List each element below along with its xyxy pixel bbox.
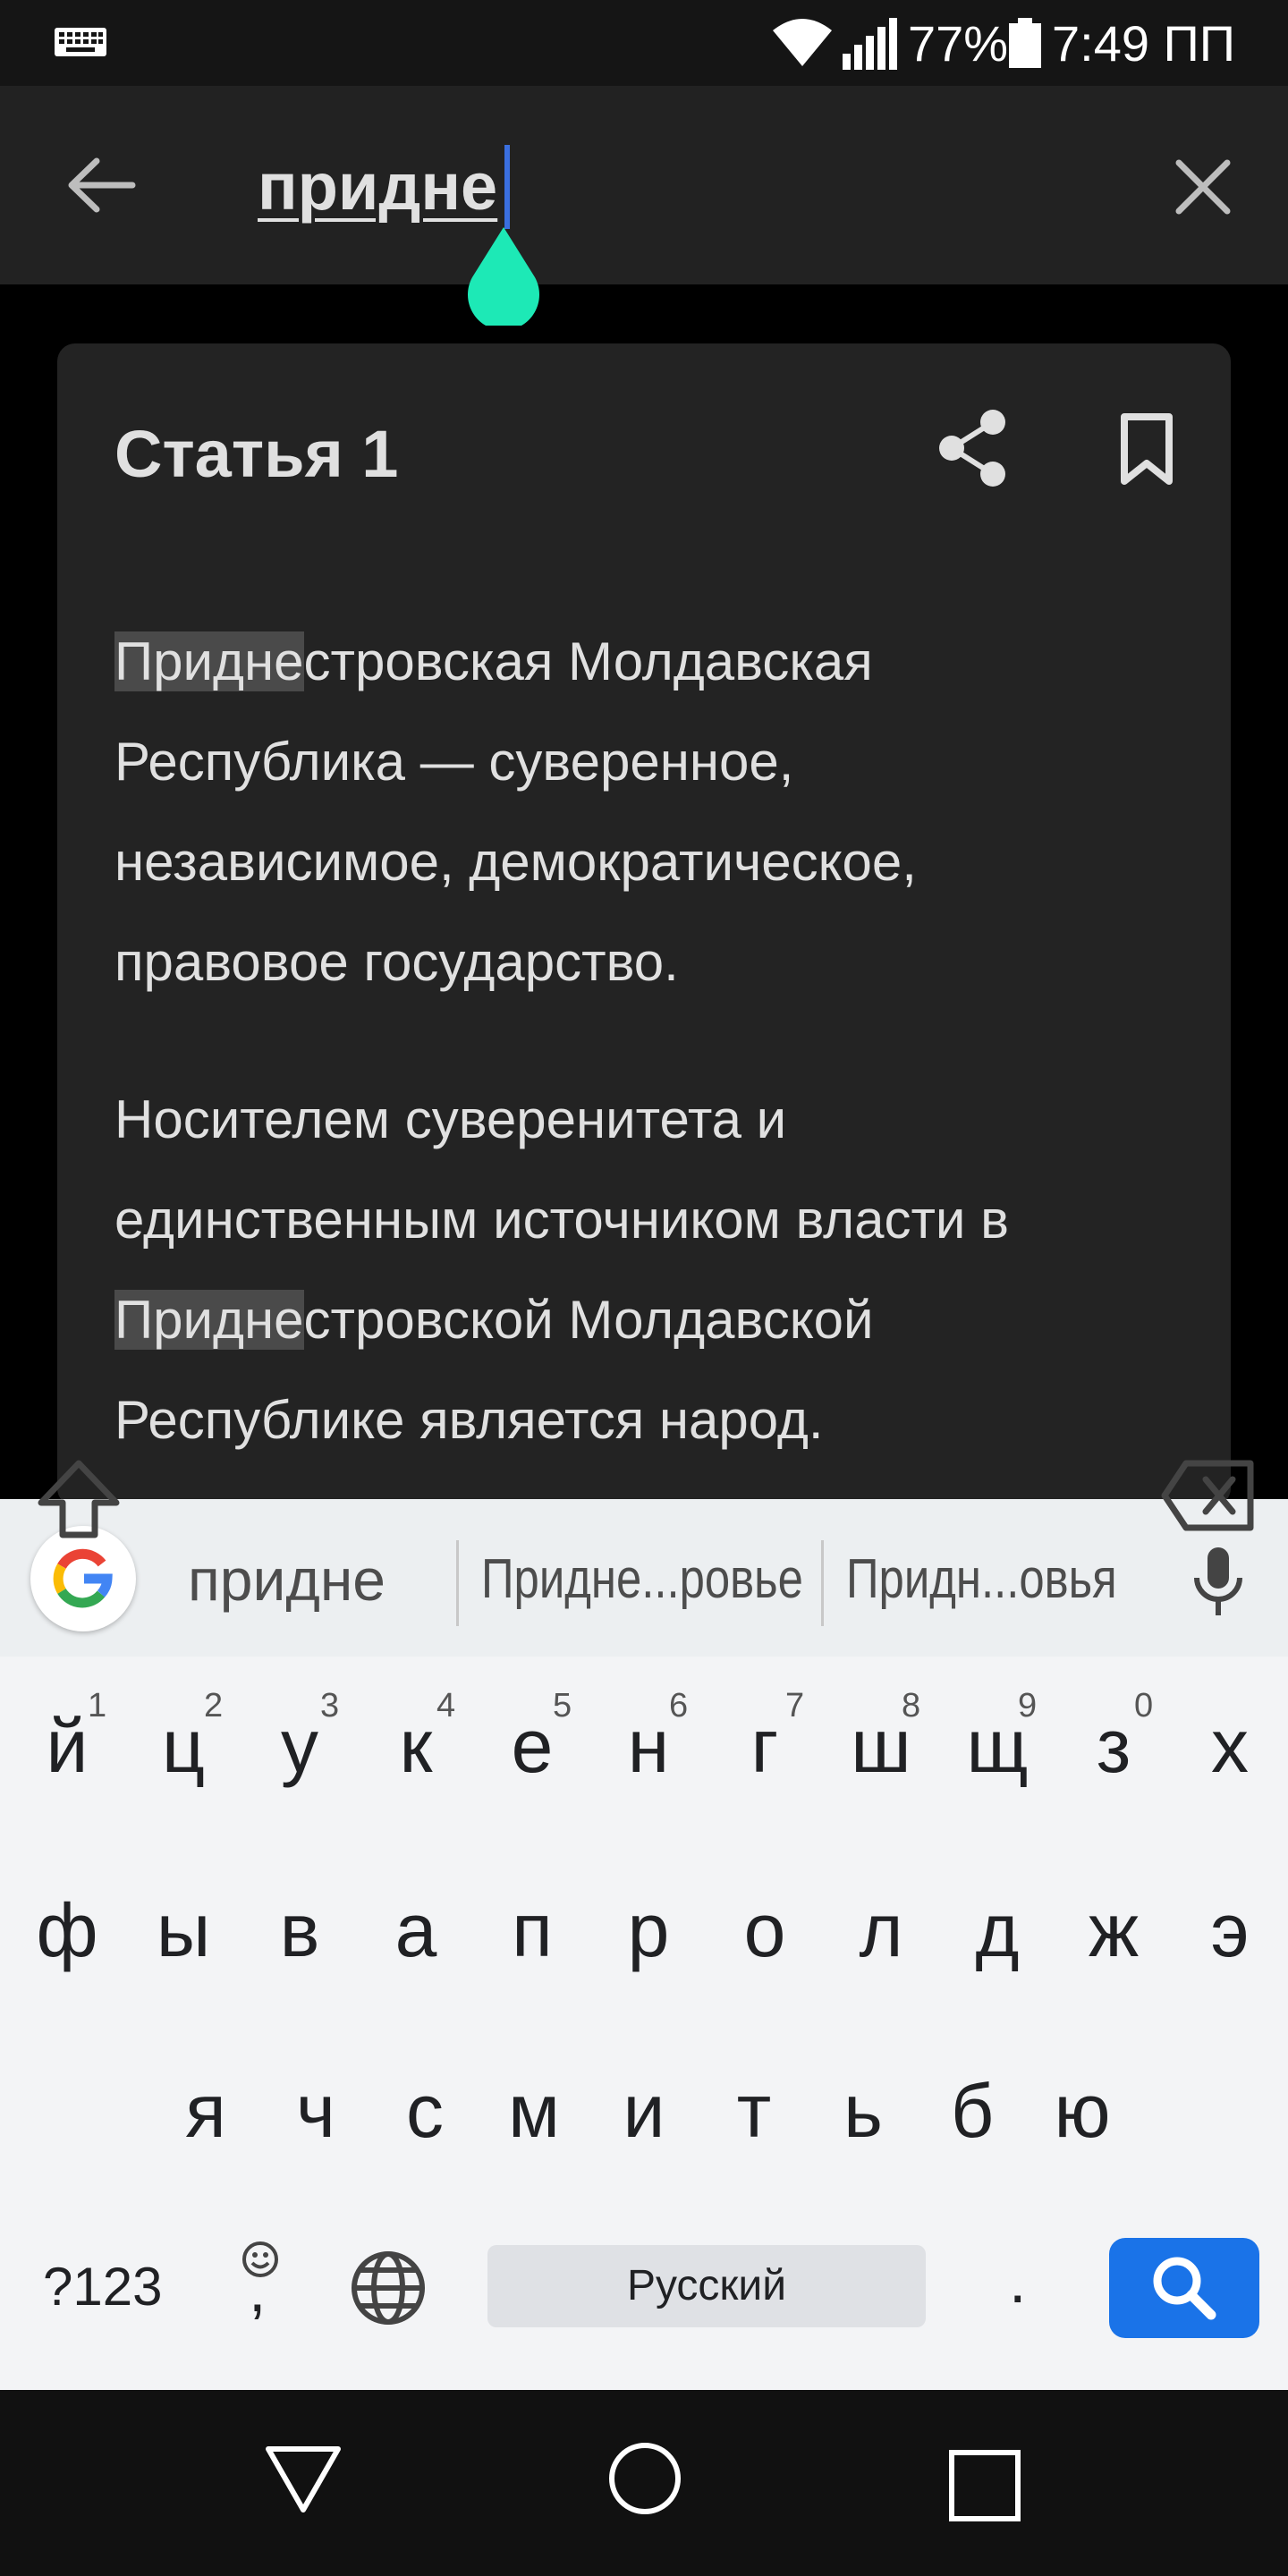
search-highlight: Придне xyxy=(114,1290,304,1350)
key-ш[interactable]: ш xyxy=(823,1692,939,1800)
key-hint: 2 xyxy=(204,1687,224,1724)
key-у[interactable]: у xyxy=(242,1692,358,1800)
key-р[interactable]: р xyxy=(590,1877,707,1984)
suggestion-divider xyxy=(456,1540,459,1626)
key-л[interactable]: л xyxy=(823,1877,939,1984)
key-й[interactable]: й xyxy=(9,1692,125,1800)
key-ц[interactable]: ц xyxy=(125,1692,242,1800)
nav-back-icon[interactable] xyxy=(263,2444,343,2515)
period-key[interactable]: . xyxy=(1009,2236,1026,2326)
key-з[interactable]: з xyxy=(1055,1692,1172,1800)
article-card: Статья 1 Приднестровская Молдавская Респ… xyxy=(57,343,1231,1506)
back-arrow-icon[interactable] xyxy=(64,154,136,216)
key-с[interactable]: с xyxy=(367,2057,483,2165)
key-я[interactable]: я xyxy=(148,2057,264,2165)
suggestion-divider xyxy=(821,1540,824,1626)
suggestion-strip: придне Придне...ровье Придн...овья xyxy=(0,1499,1288,1657)
paragraph-line: независимое, демократическое, xyxy=(114,832,917,892)
shift-icon[interactable] xyxy=(34,1456,123,1546)
key-к[interactable]: к xyxy=(358,1692,474,1800)
paragraph-line: Республика — суверенное, xyxy=(114,732,794,792)
key-hint: 7 xyxy=(785,1687,805,1724)
share-icon[interactable] xyxy=(936,408,1011,488)
emoji-comma-key[interactable]: , xyxy=(229,2234,292,2342)
key-э[interactable]: э xyxy=(1172,1877,1288,1984)
paragraph-line: правовое государство. xyxy=(114,932,679,992)
space-key[interactable]: Русский xyxy=(487,2245,926,2327)
article-paragraph: Носителем суверенитета и единственным ис… xyxy=(114,1070,1206,1470)
clock: 7:49 ПП xyxy=(1052,15,1236,72)
close-icon[interactable] xyxy=(1172,156,1234,218)
wifi-icon xyxy=(773,19,832,66)
key-ж[interactable]: ж xyxy=(1055,1877,1172,1984)
comma-label: , xyxy=(249,2255,267,2325)
globe-icon[interactable] xyxy=(349,2249,428,2327)
key-п[interactable]: п xyxy=(474,1877,590,1984)
key-hint: 9 xyxy=(1018,1687,1038,1724)
paragraph-line: единственным источником власти в xyxy=(114,1190,1009,1250)
paragraph-line: Приднестровская Молдавская xyxy=(114,631,873,691)
key-hint: 3 xyxy=(320,1687,340,1724)
key-в[interactable]: в xyxy=(242,1877,358,1984)
nav-home-icon[interactable] xyxy=(606,2440,683,2517)
search-key[interactable] xyxy=(1109,2238,1259,2338)
symbols-key[interactable]: ?123 xyxy=(43,2247,162,2327)
bookmark-icon[interactable] xyxy=(1115,411,1178,487)
key-hint: 6 xyxy=(669,1687,689,1724)
key-и[interactable]: и xyxy=(586,2057,702,2165)
battery-icon xyxy=(1009,18,1041,68)
key-ч[interactable]: ч xyxy=(258,2057,374,2165)
key-д[interactable]: д xyxy=(939,1877,1055,1984)
key-е[interactable]: е xyxy=(474,1692,590,1800)
key-ь[interactable]: ь xyxy=(805,2057,921,2165)
key-hint: 4 xyxy=(436,1687,456,1724)
backspace-icon[interactable] xyxy=(1161,1458,1256,1533)
battery-percentage: 77% xyxy=(908,15,1009,72)
key-н[interactable]: н xyxy=(590,1692,707,1800)
article-paragraph: Приднестровская Молдавская Республика — … xyxy=(114,612,1206,1013)
key-ф[interactable]: ф xyxy=(9,1877,125,1984)
suggestion-1[interactable]: придне xyxy=(188,1535,386,1624)
text-cursor xyxy=(504,145,510,229)
search-icon xyxy=(1153,2257,1216,2320)
search-highlight: Придне xyxy=(114,631,304,691)
key-т[interactable]: т xyxy=(696,2057,812,2165)
key-ы[interactable]: ы xyxy=(125,1877,242,1984)
paragraph-line: Приднестровской Молдавской xyxy=(114,1290,874,1350)
key-м[interactable]: м xyxy=(476,2057,592,2165)
suggestion-2[interactable]: Придне...ровье xyxy=(481,1535,803,1624)
key-х[interactable]: х xyxy=(1172,1692,1288,1800)
key-щ[interactable]: щ xyxy=(939,1692,1055,1800)
status-bar: 77% 7:49 ПП xyxy=(0,0,1288,86)
key-б[interactable]: б xyxy=(914,2057,1030,2165)
key-hint: 1 xyxy=(88,1687,107,1724)
key-г[interactable]: г xyxy=(707,1692,823,1800)
article-title: Статья 1 xyxy=(114,417,399,491)
cursor-handle-icon[interactable] xyxy=(463,227,544,326)
microphone-icon[interactable] xyxy=(1188,1546,1249,1619)
signal-icon xyxy=(843,18,897,70)
suggestion-3[interactable]: Придн...овья xyxy=(846,1535,1117,1624)
key-hint: 5 xyxy=(553,1687,572,1724)
paragraph-line: Носителем суверенитета и xyxy=(114,1089,787,1149)
navigation-bar xyxy=(0,2390,1288,2576)
key-ю[interactable]: ю xyxy=(1024,2057,1140,2165)
search-input[interactable]: придне xyxy=(258,147,497,227)
search-bar: придне xyxy=(0,86,1288,326)
key-о[interactable]: о xyxy=(707,1877,823,1984)
nav-recents-icon[interactable] xyxy=(948,2449,1021,2522)
paragraph-line: Республике является народ. xyxy=(114,1390,824,1450)
key-hint: 0 xyxy=(1134,1687,1154,1724)
key-а[interactable]: а xyxy=(358,1877,474,1984)
keyboard-icon xyxy=(55,28,106,56)
key-hint: 8 xyxy=(902,1687,921,1724)
